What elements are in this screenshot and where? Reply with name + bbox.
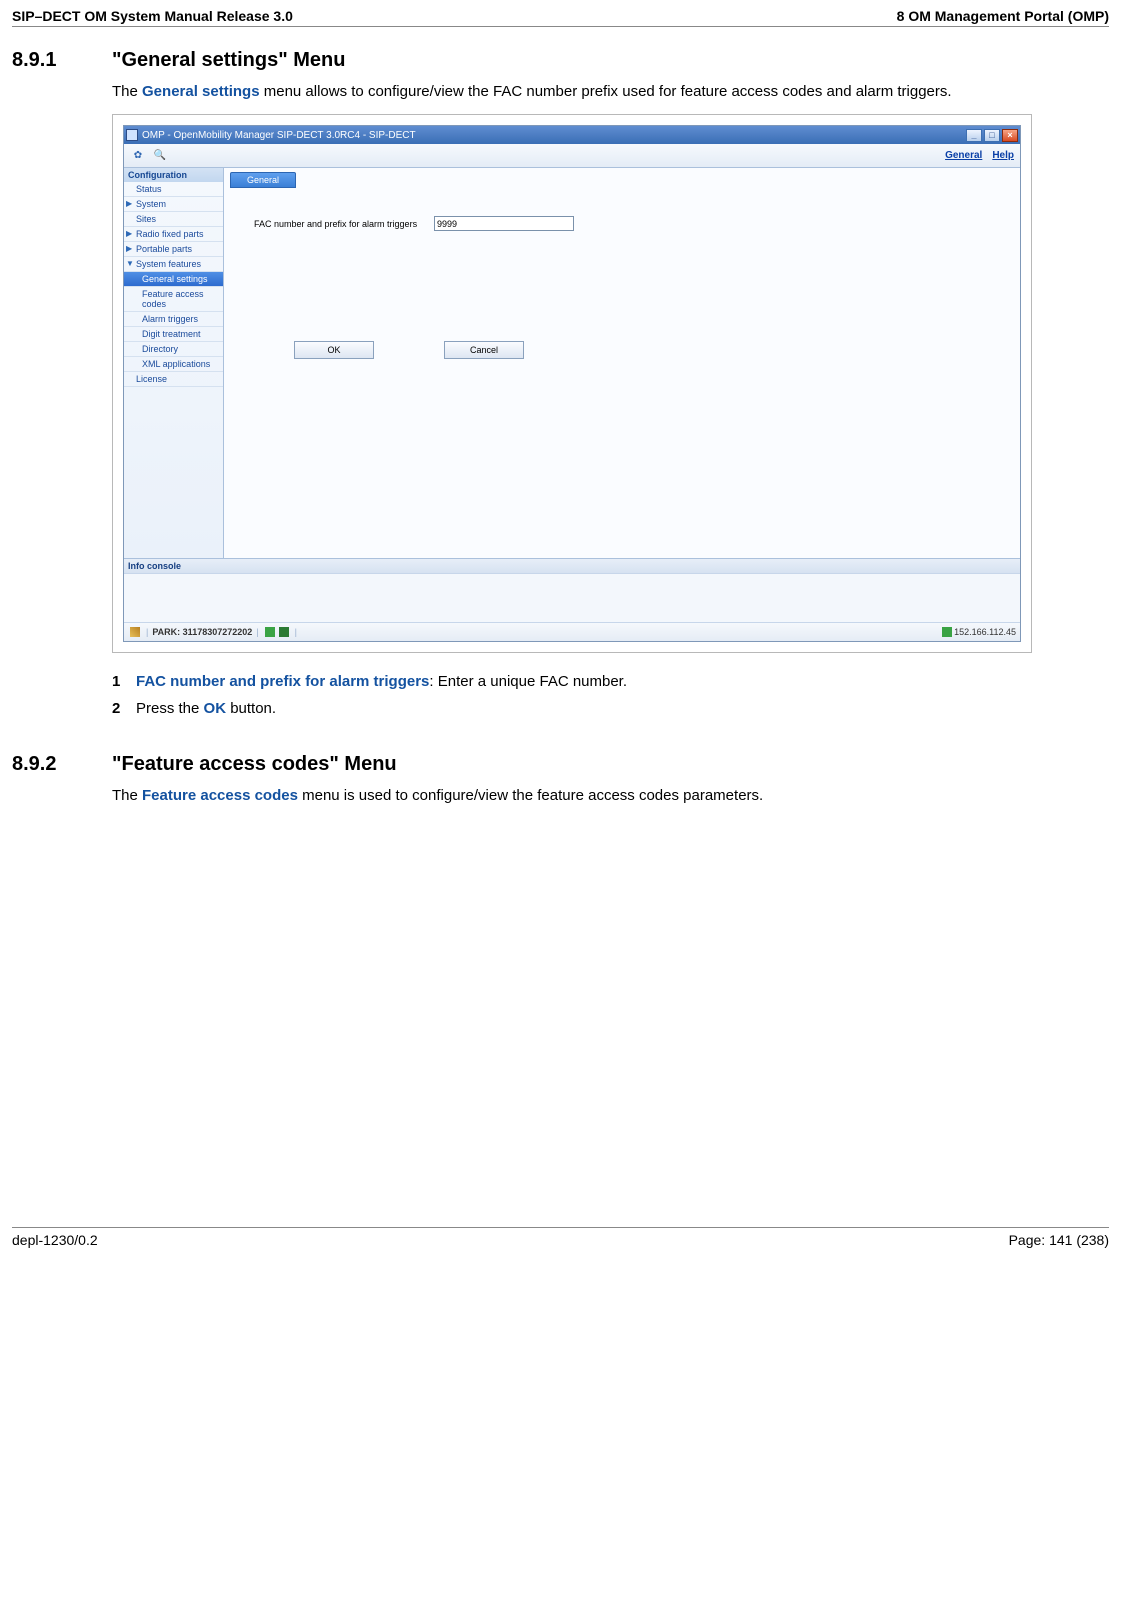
sidebar-item-radio[interactable]: ▶ Radio fixed parts bbox=[124, 227, 223, 242]
sidebar-item-digit[interactable]: Digit treatment bbox=[124, 327, 223, 342]
statusbar: | PARK: 31178307272202 | | 152.166.112.4… bbox=[124, 623, 1020, 641]
step-before: Press the bbox=[136, 700, 204, 717]
footer-right: Page: 141 (238) bbox=[1009, 1232, 1109, 1248]
section2-intro: The Feature access codes menu is used to… bbox=[112, 786, 1069, 806]
sidebar-item-directory[interactable]: Directory bbox=[124, 342, 223, 357]
sidebar: Configuration Status ▶ System Sites ▶ Radi… bbox=[124, 168, 224, 558]
minimize-button[interactable]: _ bbox=[966, 129, 982, 142]
window-titlebar: OMP - OpenMobility Manager SIP-DECT 3.0R… bbox=[124, 126, 1020, 144]
intro-prefix: The bbox=[112, 83, 142, 100]
network-icon bbox=[942, 627, 952, 637]
step-list: 1 FAC number and prefix for alarm trigge… bbox=[112, 673, 1069, 717]
app-window: OMP - OpenMobility Manager SIP-DECT 3.0R… bbox=[123, 125, 1021, 642]
heading-num: 8.9.1 bbox=[12, 49, 112, 72]
sidebar-header: Configuration bbox=[124, 168, 223, 182]
step-text: : Enter a unique FAC number. bbox=[429, 673, 627, 690]
gear-icon[interactable]: ✿ bbox=[130, 148, 146, 164]
pencil-icon bbox=[130, 627, 140, 637]
intro-bold: Feature access codes bbox=[142, 787, 298, 804]
content-pane: General FAC number and prefix for alarm … bbox=[224, 168, 1020, 558]
status-icon bbox=[265, 627, 275, 637]
chevron-right-icon: ▶ bbox=[126, 244, 132, 253]
footer-left: depl-1230/0.2 bbox=[12, 1232, 98, 1248]
sidebar-item-label: System features bbox=[136, 259, 201, 269]
info-console-body bbox=[124, 573, 1020, 623]
heading-text: "Feature access codes" Menu bbox=[112, 753, 397, 776]
step-num: 1 bbox=[112, 673, 136, 690]
doc-title-left: SIP–DECT OM System Manual Release 3.0 bbox=[12, 8, 293, 24]
sidebar-item-fac[interactable]: Feature access codes bbox=[124, 287, 223, 312]
sidebar-item-xml[interactable]: XML applications bbox=[124, 357, 223, 372]
step-2: 2 Press the OK button. bbox=[112, 700, 1069, 717]
intro-suffix: menu allows to configure/view the FAC nu… bbox=[260, 83, 952, 100]
sidebar-item-license[interactable]: License bbox=[124, 372, 223, 387]
step-bold: FAC number and prefix for alarm triggers bbox=[136, 673, 429, 690]
search-icon[interactable]: 🔍 bbox=[152, 148, 168, 164]
sidebar-item-general-settings[interactable]: General settings bbox=[124, 272, 223, 287]
sidebar-item-sysfeatures[interactable]: ▼System features bbox=[124, 257, 223, 272]
heading-8-9-1: 8.9.1 "General settings" Menu bbox=[12, 49, 1109, 72]
fac-input[interactable] bbox=[434, 216, 574, 231]
doc-title-right: 8 OM Management Portal (OMP) bbox=[897, 8, 1109, 24]
status-park: PARK: 31178307272202 bbox=[152, 627, 252, 637]
sidebar-item-label: Portable parts bbox=[136, 244, 192, 254]
sidebar-item-portable[interactable]: ▶ Portable parts bbox=[124, 242, 223, 257]
info-console-header: Info console bbox=[124, 558, 1020, 573]
maximize-button[interactable]: □ bbox=[984, 129, 1000, 142]
fac-label: FAC number and prefix for alarm triggers bbox=[254, 219, 434, 229]
screenshot-frame: OMP - OpenMobility Manager SIP-DECT 3.0R… bbox=[112, 114, 1032, 653]
toolbar-link-help[interactable]: Help bbox=[992, 150, 1014, 161]
sidebar-item-system[interactable]: ▶ System bbox=[124, 197, 223, 212]
sidebar-item-sites[interactable]: Sites bbox=[124, 212, 223, 227]
close-button[interactable]: × bbox=[1002, 129, 1018, 142]
status-ip: 152.166.112.45 bbox=[954, 627, 1016, 637]
section-intro: The General settings menu allows to conf… bbox=[112, 82, 1069, 102]
toolbar-link-general[interactable]: General bbox=[945, 150, 982, 161]
cancel-button[interactable]: Cancel bbox=[444, 341, 524, 359]
step-num: 2 bbox=[112, 700, 136, 717]
status-icon bbox=[279, 627, 289, 637]
chevron-right-icon: ▶ bbox=[126, 229, 132, 238]
intro-prefix: The bbox=[112, 787, 142, 804]
toolbar: ✿ 🔍 General Help bbox=[124, 144, 1020, 168]
window-title: OMP - OpenMobility Manager SIP-DECT 3.0R… bbox=[142, 130, 964, 141]
chevron-down-icon: ▼ bbox=[126, 259, 134, 268]
sidebar-item-label: System bbox=[136, 199, 166, 209]
sidebar-item-status[interactable]: Status bbox=[124, 182, 223, 197]
sidebar-item-label: Radio fixed parts bbox=[136, 229, 204, 239]
tab-general[interactable]: General bbox=[230, 172, 296, 188]
heading-8-9-2: 8.9.2 "Feature access codes" Menu bbox=[12, 753, 1109, 776]
step-1: 1 FAC number and prefix for alarm trigge… bbox=[112, 673, 1069, 690]
app-icon bbox=[126, 129, 138, 141]
intro-suffix: menu is used to configure/view the featu… bbox=[298, 787, 763, 804]
sidebar-item-alarm[interactable]: Alarm triggers bbox=[124, 312, 223, 327]
chevron-right-icon: ▶ bbox=[126, 199, 132, 208]
heading-num: 8.9.2 bbox=[12, 753, 112, 776]
ok-button[interactable]: OK bbox=[294, 341, 374, 359]
step-bold: OK bbox=[204, 700, 227, 717]
step-after: button. bbox=[226, 700, 276, 717]
intro-bold: General settings bbox=[142, 83, 260, 100]
heading-text: "General settings" Menu bbox=[112, 49, 345, 72]
